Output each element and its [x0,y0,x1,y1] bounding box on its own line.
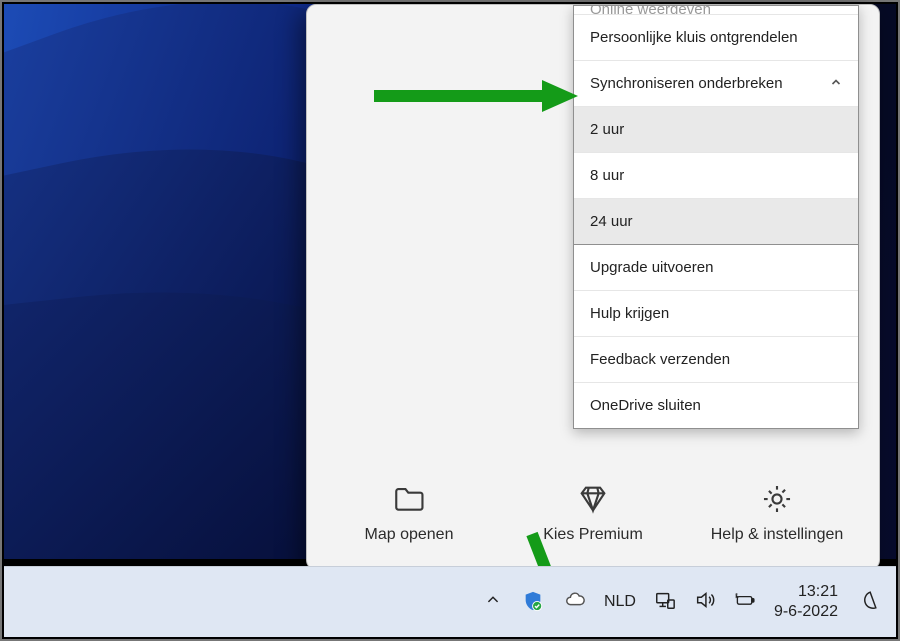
diamond-icon [576,482,610,516]
onedrive-tray-icon[interactable] [564,589,586,616]
taskbar-time: 13:21 [774,582,838,602]
onedrive-bottom-actions: Map openen Kies Premium Help & instellin… [307,457,879,569]
menu-item-get-help[interactable]: Hulp krijgen [574,291,858,337]
battery-icon[interactable] [734,589,756,616]
open-folder-button[interactable]: Map openen [327,482,492,544]
volume-icon[interactable] [694,589,716,616]
taskbar: NLD 13:21 9-6-2022 [4,566,896,637]
pause-option-8h[interactable]: 8 uur [574,153,858,199]
tray-chevron-up-icon[interactable] [482,589,504,616]
open-folder-label: Map openen [365,526,454,544]
notification-center-icon[interactable] [862,589,884,616]
menu-item-pause-sync[interactable]: Synchroniseren onderbreken [574,61,858,107]
chevron-up-icon [830,76,842,91]
menu-item-quit[interactable]: OneDrive sluiten [574,383,858,428]
menu-item-unlock-vault[interactable]: Persoonlijke kluis ontgrendelen [574,15,858,61]
help-settings-button[interactable]: Help & instellingen [695,482,860,544]
language-indicator[interactable]: NLD [604,593,636,611]
gear-icon [760,482,794,516]
onedrive-settings-menu: Online weergeven Persoonlijke kluis ontg… [573,5,859,429]
menu-item-pause-sync-label: Synchroniseren onderbreken [590,75,783,92]
taskbar-date: 9-6-2022 [774,602,838,622]
pause-option-2h[interactable]: 2 uur [574,107,858,153]
help-settings-label: Help & instellingen [711,526,844,544]
annotation-arrow-menu [372,76,582,121]
pause-option-24h[interactable]: 24 uur [574,199,858,244]
folder-icon [392,482,426,516]
taskbar-clock[interactable]: 13:21 9-6-2022 [774,582,838,622]
menu-item-view-online[interactable]: Online weergeven [574,6,858,15]
windows-security-icon[interactable] [522,590,546,614]
menu-item-upgrade[interactable]: Upgrade uitvoeren [574,245,858,291]
menu-item-feedback[interactable]: Feedback verzenden [574,337,858,383]
network-icon[interactable] [654,589,676,616]
